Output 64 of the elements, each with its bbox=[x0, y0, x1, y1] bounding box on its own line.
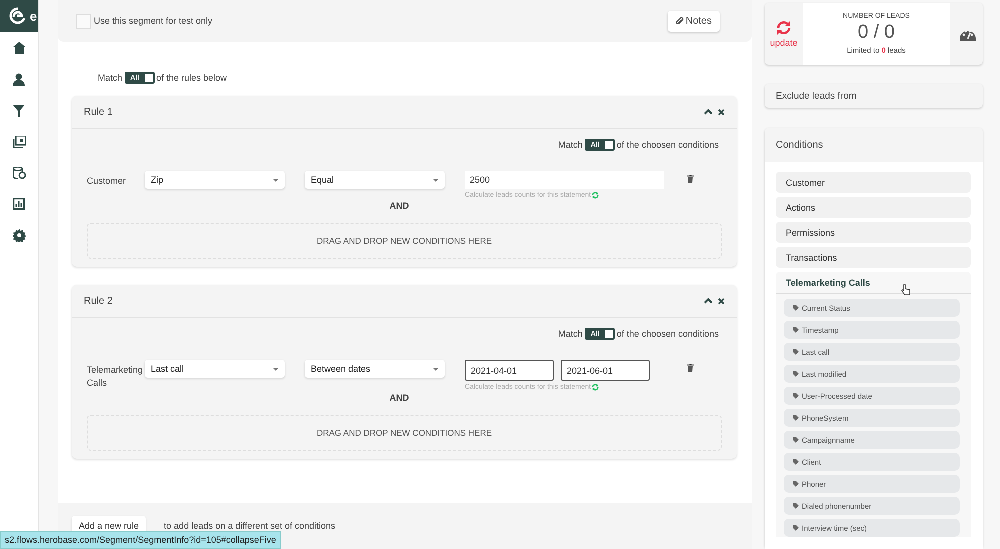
tag-icon bbox=[793, 327, 799, 333]
tag-icon bbox=[793, 481, 799, 487]
condition-group[interactable]: Actions bbox=[776, 197, 971, 218]
match-label: Match bbox=[558, 140, 583, 150]
add-rule-text: to add leads on a different set of conditions bbox=[164, 521, 336, 531]
and-label: AND bbox=[390, 201, 410, 211]
drop-zone[interactable]: DRAG AND DROP NEW CONDITIONS HERE bbox=[87, 415, 722, 451]
exclude-panel[interactable]: Exclude leads from bbox=[765, 84, 983, 108]
tag-icon bbox=[793, 437, 799, 443]
rule-title: Rule 2 bbox=[84, 296, 113, 306]
and-label: AND bbox=[390, 393, 410, 403]
field-select[interactable]: Last call bbox=[145, 360, 285, 378]
match-suffix: of the choosen conditions bbox=[616, 140, 719, 150]
match-suffix: of the choosen conditions bbox=[616, 329, 719, 339]
condition-group-label: Customer bbox=[87, 175, 128, 188]
home-icon[interactable] bbox=[12, 42, 26, 54]
match-label: Match bbox=[558, 329, 583, 339]
close-icon[interactable] bbox=[718, 298, 725, 304]
logo-text: e bbox=[30, 8, 38, 24]
field-select[interactable]: Zip bbox=[145, 171, 285, 189]
value-field[interactable]: 2021-04-01 bbox=[465, 360, 554, 381]
match-suffix: of the rules below bbox=[156, 73, 228, 83]
value-field[interactable]: 2500 bbox=[465, 171, 664, 189]
trash-icon[interactable] bbox=[687, 175, 694, 183]
condition-group-label: Telemarketing Calls bbox=[87, 364, 144, 390]
tag-icon bbox=[793, 459, 799, 465]
tag-icon bbox=[793, 503, 799, 509]
condition-group[interactable]: Permissions bbox=[776, 222, 971, 243]
value-field[interactable]: 2021-06-01 bbox=[561, 360, 650, 381]
gear-icon[interactable] bbox=[12, 229, 26, 242]
match-label: Match bbox=[98, 73, 123, 83]
operator-select[interactable]: Equal bbox=[305, 171, 445, 189]
tag-icon bbox=[793, 525, 799, 531]
notes-button[interactable]: Notes bbox=[668, 10, 720, 32]
chart-icon[interactable] bbox=[13, 198, 25, 210]
leads-count: 0 / 0 bbox=[858, 22, 895, 44]
refresh-icon bbox=[776, 20, 792, 34]
filter-icon[interactable] bbox=[13, 105, 25, 117]
tag-icon bbox=[793, 305, 799, 311]
database-icon[interactable] bbox=[12, 167, 26, 179]
tag-icon bbox=[793, 371, 799, 377]
operator-select[interactable]: Between dates bbox=[305, 360, 445, 378]
tag-icon bbox=[793, 393, 799, 399]
user-icon[interactable] bbox=[12, 73, 26, 86]
condition-group[interactable]: Telemarketing Calls bbox=[776, 272, 971, 294]
logo[interactable]: e bbox=[0, 0, 38, 32]
tag-icon bbox=[793, 349, 799, 355]
paperclip-icon bbox=[676, 16, 684, 26]
update-button[interactable]: update bbox=[765, 3, 803, 65]
link-url-tooltip: s2.flows.herobase.com/Segment/SegmentInfo?id=105#collapseFive bbox=[0, 531, 282, 549]
card-icon[interactable] bbox=[12, 136, 26, 148]
collapse-icon[interactable] bbox=[704, 298, 713, 304]
checkbox[interactable] bbox=[76, 14, 91, 28]
tag-icon bbox=[793, 415, 799, 421]
condition-group[interactable]: Transactions bbox=[776, 247, 971, 268]
drop-zone[interactable]: DRAG AND DROP NEW CONDITIONS HERE bbox=[87, 223, 722, 259]
collapse-icon[interactable] bbox=[704, 109, 713, 115]
logo-icon bbox=[9, 7, 27, 25]
rule-title: Rule 1 bbox=[84, 106, 113, 118]
condition-group[interactable]: Customer bbox=[776, 172, 971, 193]
close-icon[interactable] bbox=[718, 108, 725, 116]
checkbox-label: Use this segment for test only bbox=[94, 16, 213, 26]
trash-icon[interactable] bbox=[687, 364, 694, 372]
conditions-title: Conditions bbox=[775, 138, 824, 152]
